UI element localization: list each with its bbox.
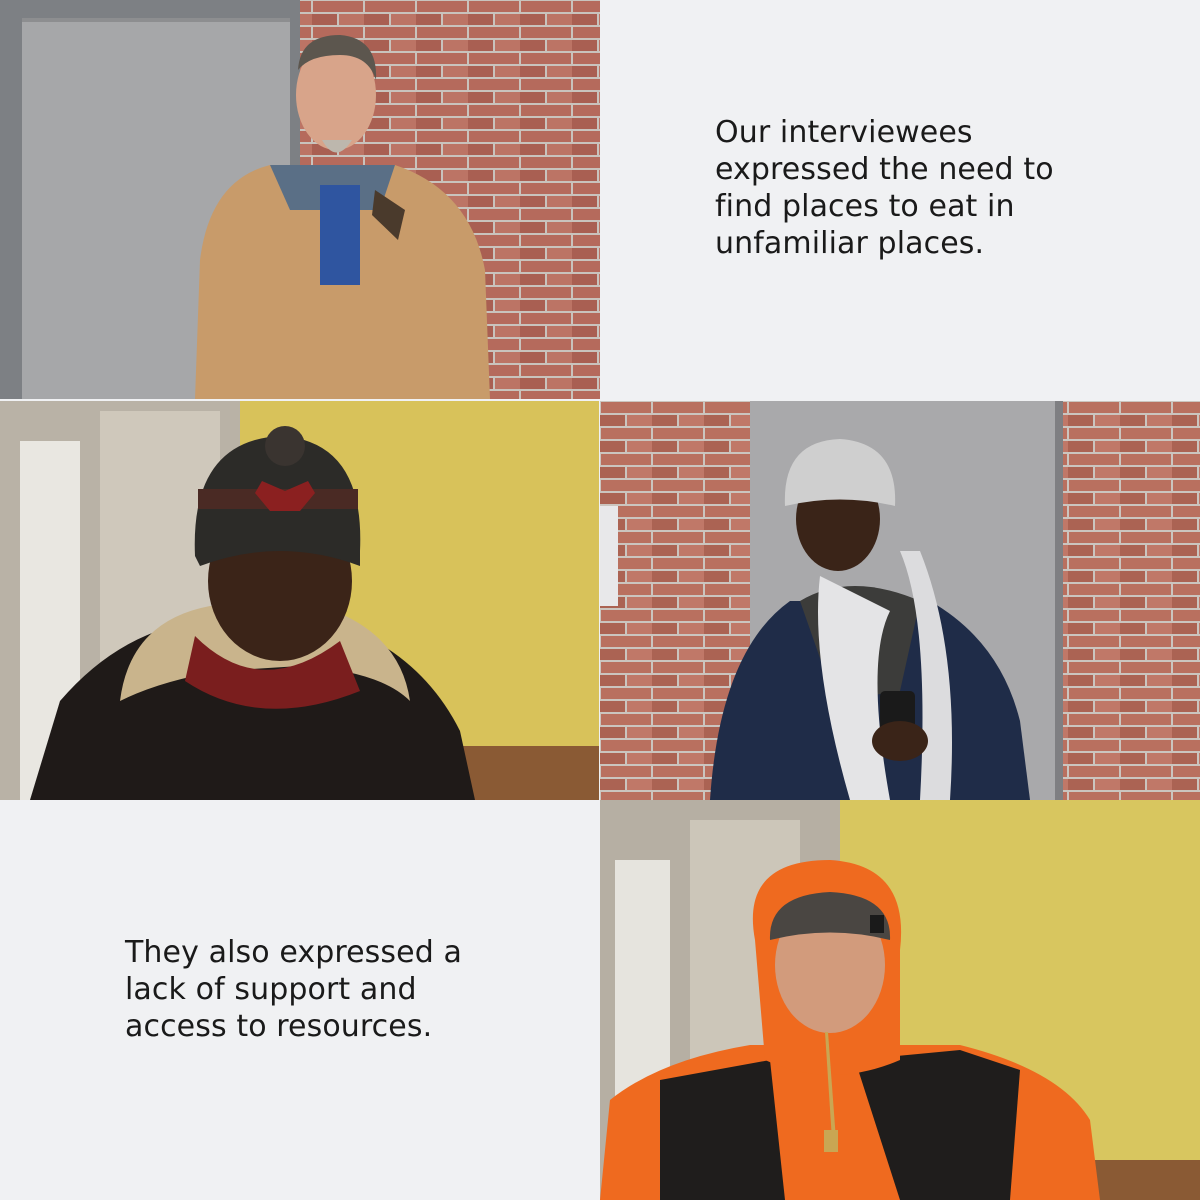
photo-man-grey-beanie [600,401,1200,800]
photo-collage: Our interviewees expressed the need to f… [0,0,1200,1200]
caption-bottom: They also expressed a lack of support an… [125,935,462,1044]
caption-panel-top: Our interviewees expressed the need to f… [600,0,1200,399]
photo-man-orange-jacket [600,800,1200,1200]
caption-panel-bottom: They also expressed a lack of support an… [0,800,600,1200]
caption-top: Our interviewees expressed the need to f… [715,115,1054,261]
photo-man-tan-jacket [0,0,600,399]
photo-man-bulls-beanie [0,401,599,800]
